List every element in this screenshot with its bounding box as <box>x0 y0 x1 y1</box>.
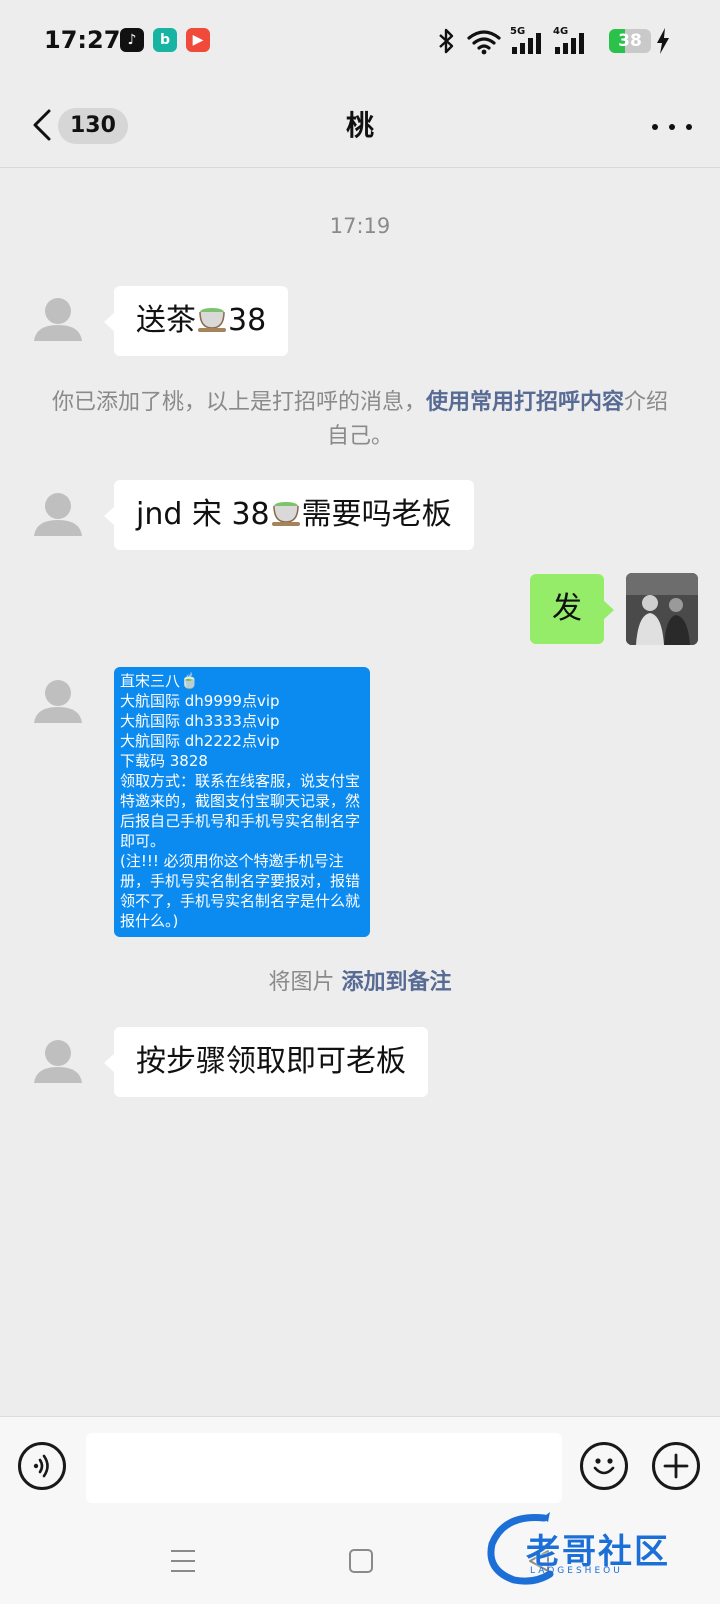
contact-avatar[interactable] <box>22 480 94 552</box>
message-bubble-outgoing[interactable]: 发 <box>530 574 614 644</box>
signal-4g-icon <box>555 33 584 54</box>
watermark-logo: 老哥社区 LAOGESHEOU <box>484 1510 714 1590</box>
add-to-remark-link[interactable]: 添加到备注 <box>341 970 451 995</box>
video-player-icon: ▶ <box>186 28 210 52</box>
voice-button[interactable] <box>18 1442 66 1490</box>
my-avatar[interactable] <box>626 573 698 645</box>
default-avatar-icon <box>34 493 82 536</box>
watermark-subtext: LAOGESHEOU <box>530 1566 623 1576</box>
message-text: 送茶 <box>136 303 196 338</box>
system-note-text: 将图片 <box>268 970 342 995</box>
more-button[interactable] <box>652 112 692 142</box>
signal-5g-icon <box>512 33 541 54</box>
contact-avatar[interactable] <box>22 667 94 739</box>
bluetooth-icon <box>439 28 454 54</box>
status-bar: 17:27 ♪ b ▶ 5G 4G 38 <box>0 0 720 82</box>
status-time: 17:27 <box>44 26 121 54</box>
voice-icon <box>33 1454 49 1478</box>
system-note-add-to-remark: 将图片 添加到备注 <box>50 966 670 1000</box>
more-icon <box>652 124 658 130</box>
emoji-button[interactable] <box>580 1442 628 1490</box>
emoji-icon <box>593 1458 615 1475</box>
battery-indicator: 38 <box>609 29 651 53</box>
bilibili-icon: b <box>153 28 177 52</box>
tea-cup-emoji <box>271 502 300 526</box>
default-avatar-icon <box>34 1040 82 1083</box>
image-text-line: (注!!! 必须用你这个特邀手机号注册，手机号实名制名字要报对，报错领不了，手机… <box>120 852 361 930</box>
message-text-suffix: 38 <box>228 303 267 338</box>
message-input[interactable] <box>86 1433 562 1503</box>
message-bubble-incoming[interactable]: 送茶 38 <box>103 286 289 356</box>
battery-percent: 38 <box>618 31 642 51</box>
system-note-added-contact: 你已添加了桃，以上是打招呼的消息，使用常用打招呼内容介绍自己。 <box>50 386 670 454</box>
image-text-line: 直宋三八🍵 <box>120 672 199 690</box>
image-text-line: 大航国际 dh9999点vip <box>120 692 280 710</box>
image-message[interactable]: 直宋三八🍵 大航国际 dh9999点vip 大航国际 dh3333点vip 大航… <box>114 667 370 937</box>
message-text: 发 <box>552 591 582 626</box>
image-text-line: 下载码 3828 <box>120 752 208 770</box>
menu-icon[interactable] <box>170 1548 196 1574</box>
wifi-icon <box>467 30 501 55</box>
chat-title: 桃 <box>345 109 374 142</box>
message-text-suffix: 需要吗老板 <box>301 497 452 532</box>
contact-avatar[interactable] <box>22 1027 94 1099</box>
contact-avatar[interactable] <box>22 285 94 357</box>
greeting-template-link[interactable]: 使用常用打招呼内容 <box>426 390 624 415</box>
image-text-line: 领取方式：联系在线客服，说支付宝特邀来的，截图支付宝聊天记录，然后报自己手机号和… <box>120 772 361 850</box>
image-text-line: 大航国际 dh2222点vip <box>120 732 280 750</box>
tea-cup-emoji <box>198 308 226 332</box>
plus-icon <box>663 1453 689 1479</box>
message-text: 按步骤领取即可老板 <box>136 1044 406 1079</box>
message-bubble-incoming[interactable]: 按步骤领取即可老板 <box>104 1027 428 1097</box>
chat-header: 130 桃 <box>0 82 720 168</box>
charging-icon <box>657 28 669 54</box>
image-text-line: 大航国际 dh3333点vip <box>120 712 280 730</box>
default-avatar-icon <box>34 680 82 723</box>
message-text: jnd 宋 38 <box>136 497 270 532</box>
chat-timestamp: 17:19 <box>329 214 391 238</box>
message-bubble-incoming[interactable]: jnd 宋 38 需要吗老板 <box>104 480 474 550</box>
user-photo-avatar <box>626 573 698 645</box>
default-avatar-icon <box>34 298 82 341</box>
home-icon[interactable] <box>348 1548 374 1574</box>
plus-button[interactable] <box>652 1442 700 1490</box>
system-note-text: 你已添加了桃，以上是打招呼的消息， <box>51 390 426 415</box>
tiktok-icon: ♪ <box>120 28 144 52</box>
message-input-bar <box>0 1416 720 1520</box>
